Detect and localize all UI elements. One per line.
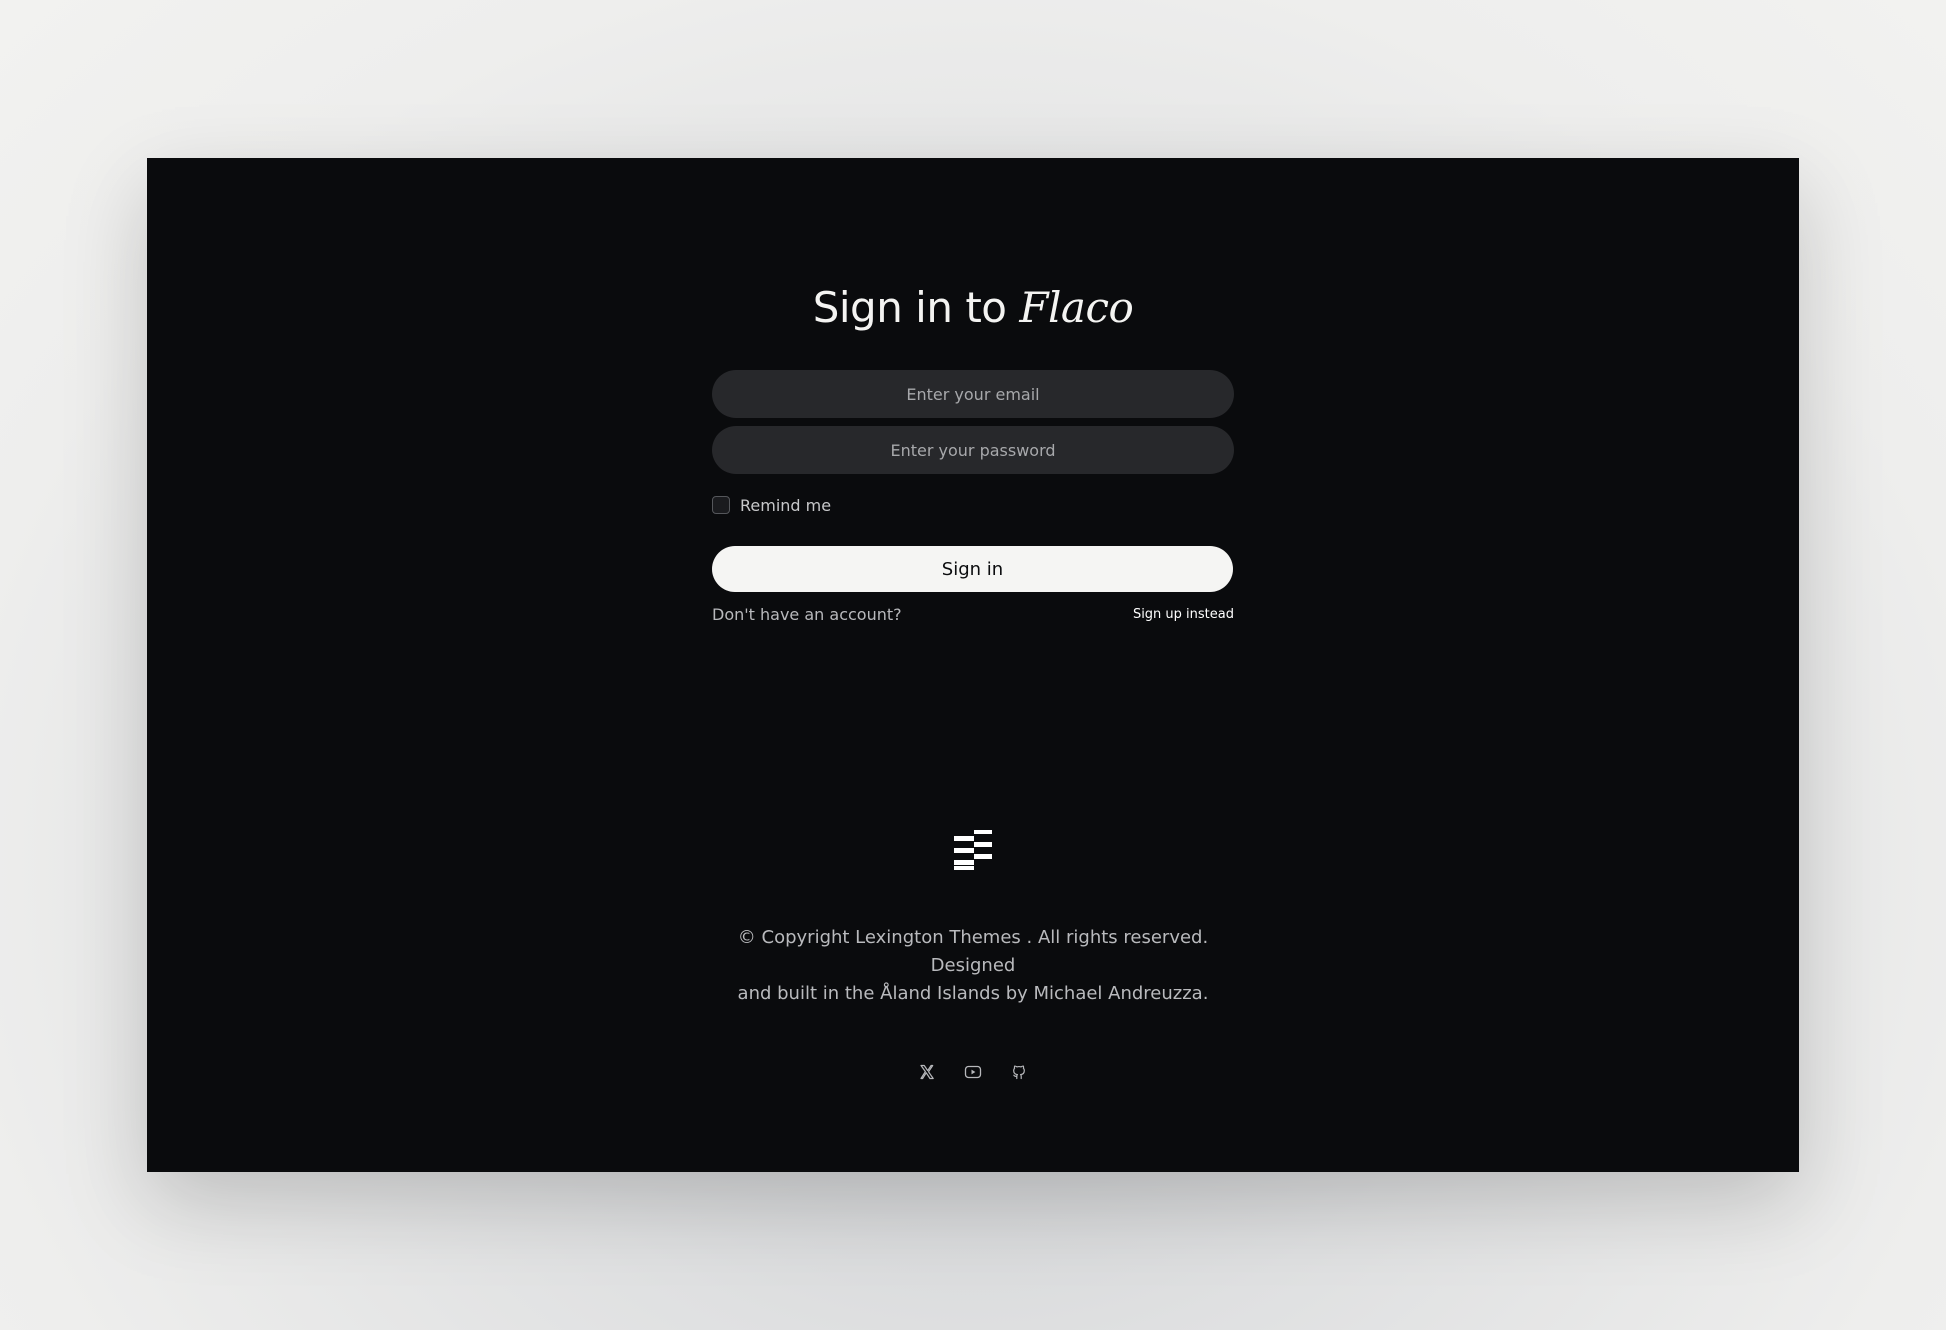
password-input[interactable] — [712, 426, 1234, 474]
account-prompt: Don't have an account? — [712, 604, 902, 624]
title-brand: Flaco — [1019, 283, 1134, 332]
youtube-icon[interactable] — [963, 1062, 983, 1082]
page-title: Sign in to Flaco — [712, 278, 1234, 338]
email-input[interactable] — [712, 370, 1234, 418]
stacked-bars-logo-icon — [954, 830, 992, 870]
copyright-text: © Copyright Lexington Themes . All right… — [693, 924, 1253, 1008]
signup-link[interactable]: Sign up instead — [1133, 607, 1234, 622]
signin-form: Sign in to Flaco Remind me Sign in Don't… — [712, 278, 1234, 624]
app-frame: Sign in to Flaco Remind me Sign in Don't… — [147, 158, 1799, 1172]
copyright-line-1: © Copyright Lexington Themes . All right… — [737, 927, 1209, 976]
footer: © Copyright Lexington Themes . All right… — [147, 830, 1799, 1082]
github-icon[interactable] — [1009, 1062, 1029, 1082]
remember-label: Remind me — [740, 495, 832, 515]
title-prefix: Sign in to — [812, 283, 1007, 332]
social-links — [147, 1062, 1799, 1082]
remember-row: Remind me — [712, 494, 1234, 516]
x-twitter-icon[interactable] — [917, 1062, 937, 1082]
remember-checkbox[interactable] — [712, 496, 730, 514]
signin-button[interactable]: Sign in — [712, 546, 1233, 592]
account-row: Don't have an account? Sign up instead — [712, 604, 1234, 624]
copyright-line-2: and built in the Åland Islands by Michae… — [737, 983, 1209, 1004]
